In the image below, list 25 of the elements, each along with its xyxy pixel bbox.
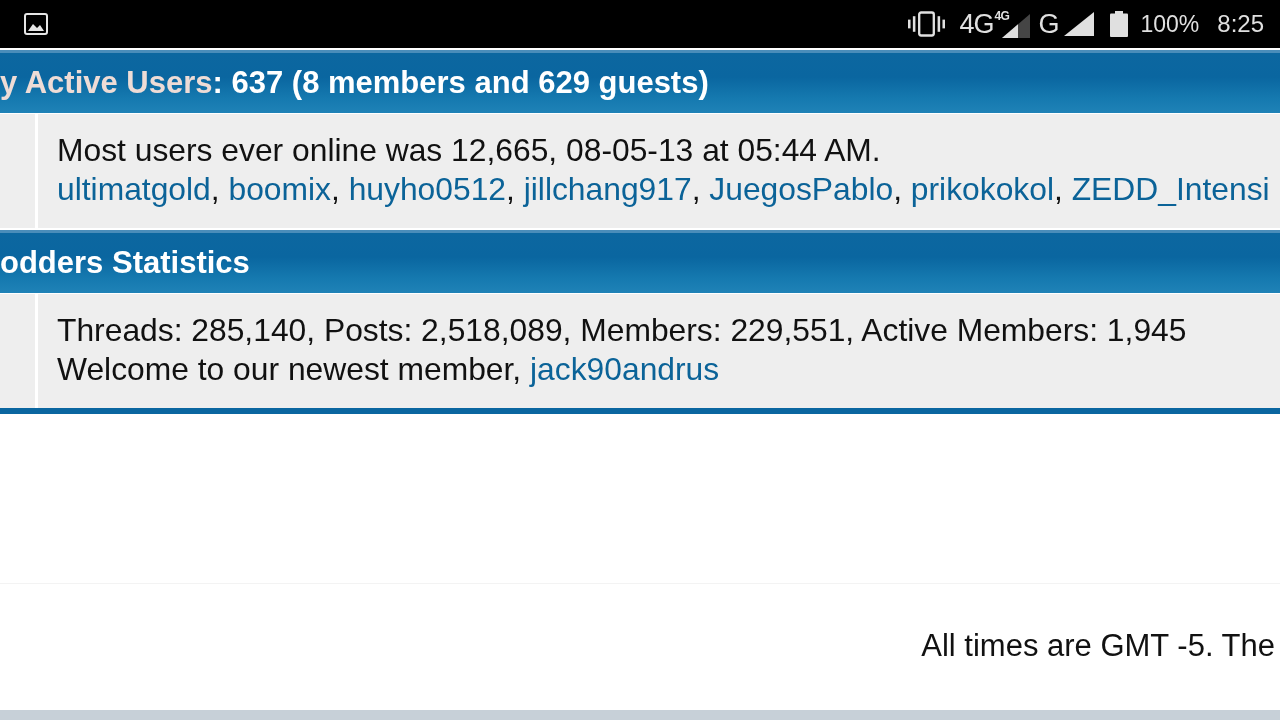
clock-time: 8:25 (1217, 10, 1264, 38)
vibrate-icon (908, 11, 946, 37)
username-link[interactable]: JuegosPablo (709, 171, 894, 207)
username-link[interactable]: jack90andrus (530, 351, 720, 387)
username-link[interactable]: ultimatgold (57, 171, 211, 207)
info-text: Most users ever online was 12,665, 08-05-13 at 05:44 AM. (57, 131, 882, 170)
network-type-label: 4G (959, 10, 994, 38)
timezone-note: All times are GMT -5. The (921, 628, 1275, 664)
section-title: odders Statistics (0, 244, 250, 282)
network-type-label: G (1038, 10, 1059, 38)
info-text: Welcome to our newest member, jack90andrus (57, 350, 721, 389)
title-link[interactable]: y Active Users (0, 65, 213, 101)
info-text: ultimatgold, boomix, huyho0512, jillchang917, JuegosPablo, prikokokol, ZEDD_Intensi (57, 170, 1271, 209)
signal-icon (1064, 12, 1095, 36)
image-icon (24, 13, 48, 35)
username-link[interactable]: prikokokol (910, 171, 1054, 207)
info-text: Threads: 285,140, Posts: 2,518,089, Members: 229,551, Active Members: 1,945 (57, 311, 1188, 350)
username-link[interactable]: boomix (228, 171, 331, 207)
username-link[interactable]: ZEDD_Intensi (1071, 171, 1270, 207)
section-title: y Active Users: 637 (8 members and 629 guests) (0, 64, 709, 102)
network-sublabel: 4G (994, 10, 1010, 22)
username-link[interactable]: jillchang917 (523, 171, 692, 207)
battery-percentage: 100% (1140, 10, 1200, 38)
username-link[interactable]: huyho0512 (348, 171, 506, 207)
battery-icon (1110, 11, 1129, 37)
